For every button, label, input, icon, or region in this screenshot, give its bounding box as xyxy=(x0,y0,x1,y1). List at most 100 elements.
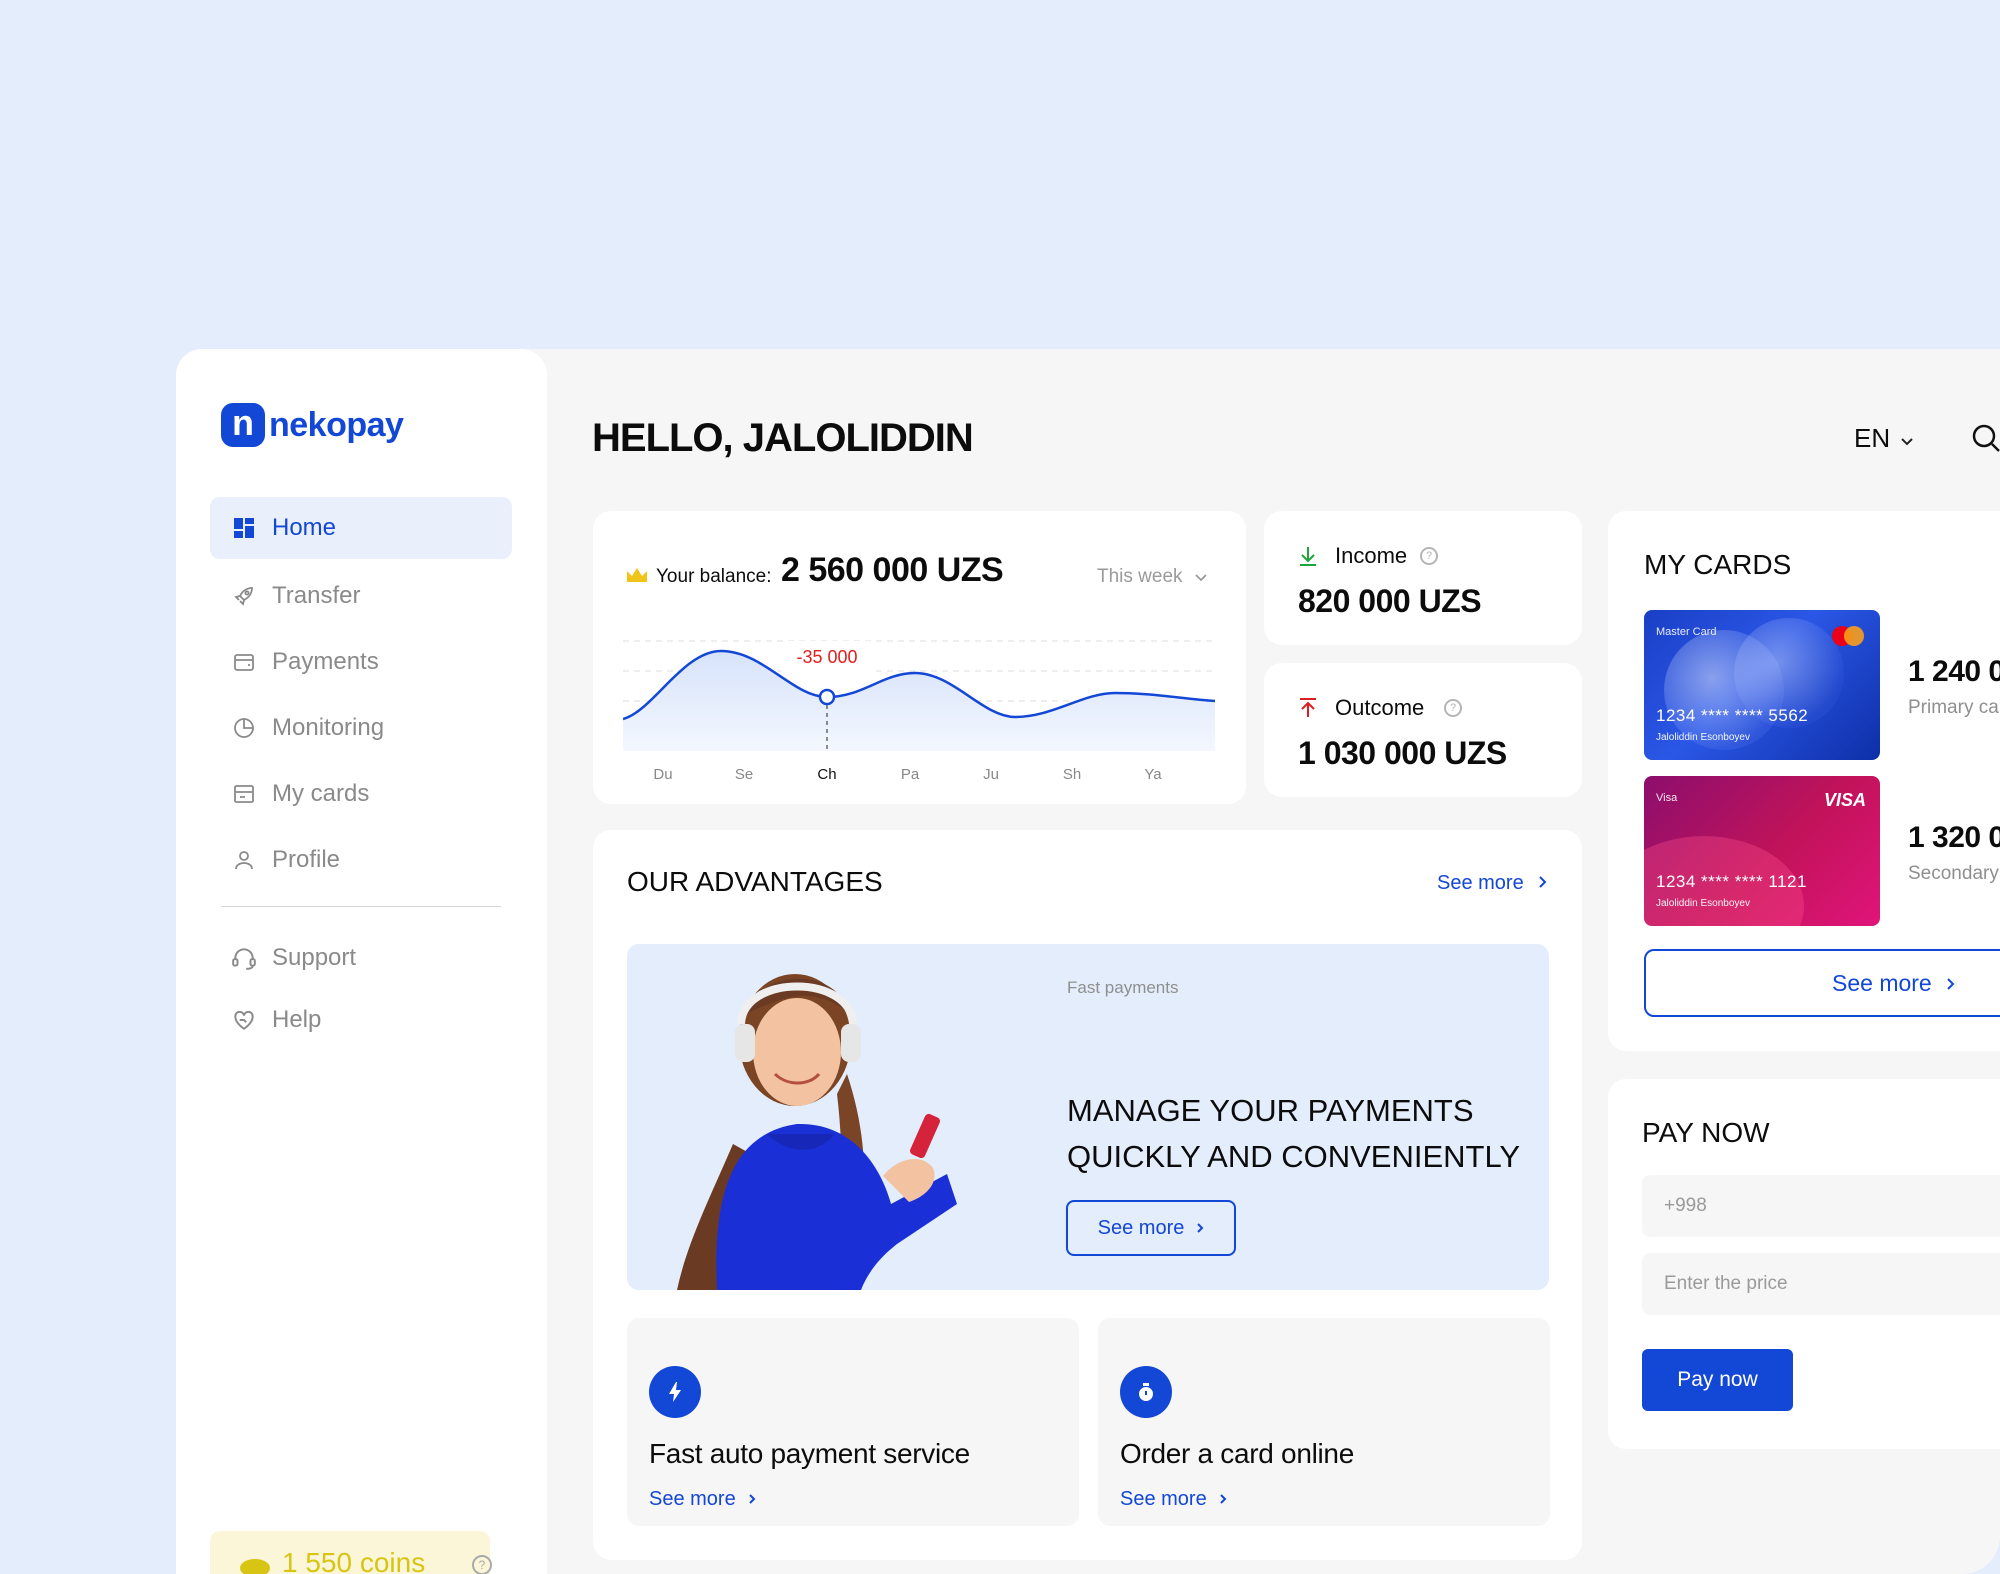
period-label: This week xyxy=(1097,566,1183,587)
balance-label: Your balance: xyxy=(656,566,772,587)
bank-card-mastercard[interactable]: Master Card 1234 **** **** 5562 Jalolidd… xyxy=(1644,610,1880,760)
card-role: Primary car xyxy=(1908,697,2000,718)
link-label: See more xyxy=(1437,872,1524,894)
balance-line-chart: -35 000 Du Se Ch Pa Ju Sh Ya xyxy=(623,640,1215,783)
card-icon xyxy=(230,780,258,808)
grid-icon xyxy=(230,514,258,542)
advantages-title: OUR ADVANTAGES xyxy=(627,866,883,897)
x-tick-label: Ya xyxy=(1144,766,1162,783)
brand-name: nekopay xyxy=(269,405,404,444)
outcome-label: Outcome xyxy=(1335,695,1425,720)
link-label: See more xyxy=(1120,1488,1207,1510)
feature-see-more-link[interactable]: See more xyxy=(649,1488,756,1511)
heart-hand-icon xyxy=(230,1006,258,1034)
sidebar-item-my-cards[interactable]: My cards xyxy=(210,763,512,825)
lightning-icon xyxy=(649,1366,701,1418)
chevron-down-icon xyxy=(1194,566,1207,588)
coins-badge[interactable]: 1 550 coins ? xyxy=(210,1531,492,1574)
x-tick-label: Pa xyxy=(901,766,920,783)
feature-card-order-card[interactable]: Order a card online See more xyxy=(1098,1318,1550,1526)
card-number: 1234 **** **** 5562 xyxy=(1656,706,1809,725)
card-number: 1234 **** **** 1121 xyxy=(1656,872,1807,891)
x-tick-label: Se xyxy=(735,766,753,783)
period-dropdown[interactable]: This week xyxy=(1097,566,1207,588)
my-cards-section: MY CARDS Master Card 1234 **** **** 5562… xyxy=(1608,511,2000,1051)
language-selector[interactable]: EN xyxy=(1854,423,1914,454)
card-role: Secondary xyxy=(1908,863,1999,884)
chart-point-selected[interactable] xyxy=(818,688,836,706)
income-value: 820 000 UZS xyxy=(1298,583,1482,619)
user-icon xyxy=(230,846,258,874)
sidebar-item-profile[interactable]: Profile xyxy=(210,829,512,891)
coin-icon xyxy=(240,1559,270,1574)
help-circle-icon[interactable]: ? xyxy=(472,1555,492,1574)
card-balance: 1 320 0 xyxy=(1908,821,2000,854)
search-icon[interactable] xyxy=(1971,423,2000,453)
income-label: Income xyxy=(1335,543,1408,568)
wallet-icon xyxy=(230,648,258,676)
sidebar-item-label: Profile xyxy=(272,846,341,873)
balance-card: Your balance: 2 560 000 UZS This week -3… xyxy=(593,511,1246,804)
pie-chart-icon xyxy=(230,714,258,742)
chart-tooltip: -35 000 xyxy=(796,647,857,667)
sidebar-item-transfer[interactable]: Transfer xyxy=(210,565,512,627)
price-input[interactable] xyxy=(1642,1253,2000,1315)
card-type: Visa xyxy=(1656,792,1678,804)
card-type: Master Card xyxy=(1656,626,1717,638)
outcome-card: Outcome ? 1 030 000 UZS xyxy=(1264,663,1582,797)
my-cards-see-more-button[interactable]: See more xyxy=(1644,949,2000,1017)
sidebar-divider xyxy=(221,906,501,907)
feature-title: Fast auto payment service xyxy=(649,1438,970,1469)
chevron-right-icon xyxy=(1196,1217,1204,1240)
visa-logo-icon: VISA xyxy=(1823,790,1866,810)
screen-frame: n nekopay Home Transfer Payments Monitor… xyxy=(0,0,2000,1574)
x-tick-label-selected: Ch xyxy=(817,766,836,783)
promo-banner: Fast payments MANAGE YOUR PAYMENTS QUICK… xyxy=(627,944,1549,1290)
mastercard-logo-icon xyxy=(1832,626,1864,646)
income-card: Income ? 820 000 UZS xyxy=(1264,511,1582,645)
headset-icon xyxy=(230,944,258,972)
chevron-right-icon xyxy=(748,1488,756,1511)
sidebar-item-label: Payments xyxy=(272,648,379,675)
chevron-right-icon xyxy=(1219,1488,1227,1511)
brand-logo[interactable]: n nekopay xyxy=(221,401,404,449)
page-title: HELLO, JALOLIDDIN xyxy=(592,416,974,460)
chart-area xyxy=(623,651,1215,751)
help-circle-icon[interactable]: ? xyxy=(1444,699,1462,717)
sidebar-item-label: Help xyxy=(272,1006,322,1033)
sidebar-item-monitoring[interactable]: Monitoring xyxy=(210,697,512,759)
sidebar-item-help[interactable]: Help xyxy=(210,989,512,1051)
banner-headline-line: QUICKLY AND CONVENIENTLY xyxy=(1067,1139,1521,1174)
x-tick-label: Du xyxy=(653,766,672,783)
pay-now-title: PAY NOW xyxy=(1642,1117,1770,1148)
arrow-down-icon xyxy=(1298,545,1318,572)
banner-headline-line: MANAGE YOUR PAYMENTS xyxy=(1067,1093,1474,1128)
help-circle-icon[interactable]: ? xyxy=(1420,547,1438,565)
button-label: See more xyxy=(1832,969,1932,996)
sidebar-item-support[interactable]: Support xyxy=(210,927,512,989)
sidebar-item-label: Home xyxy=(272,514,337,541)
sidebar-item-payments[interactable]: Payments xyxy=(210,631,512,693)
rocket-icon xyxy=(230,582,258,610)
feature-see-more-link[interactable]: See more xyxy=(1120,1488,1227,1511)
x-tick-label: Ju xyxy=(983,766,999,783)
bank-card-visa[interactable]: Visa VISA 1234 **** **** 1121 Jaloliddin… xyxy=(1644,776,1880,926)
pay-now-button[interactable]: Pay now xyxy=(1642,1349,1793,1411)
language-label: EN xyxy=(1854,423,1891,453)
advantages-see-more-link[interactable]: See more xyxy=(1437,872,1547,895)
balance-value: 2 560 000 UZS xyxy=(781,551,1004,589)
app-window: n nekopay Home Transfer Payments Monitor… xyxy=(176,349,2000,1574)
card-balance: 1 240 0 xyxy=(1908,655,2000,688)
stopwatch-icon xyxy=(1120,1366,1172,1418)
pay-now-section: PAY NOW Pay now xyxy=(1608,1079,2000,1449)
coins-count: 1 550 coins xyxy=(282,1547,426,1574)
logo-icon: n xyxy=(221,403,265,447)
feature-card-auto-payment[interactable]: Fast auto payment service See more xyxy=(627,1318,1079,1526)
sidebar-item-home[interactable]: Home xyxy=(210,497,512,559)
phone-input[interactable] xyxy=(1642,1175,2000,1237)
x-tick-label: Sh xyxy=(1063,766,1081,783)
chevron-right-icon xyxy=(1946,970,1955,997)
sidebar: n nekopay Home Transfer Payments Monitor… xyxy=(176,349,547,1574)
chevron-down-icon xyxy=(1900,423,1914,454)
banner-see-more-button[interactable]: See more xyxy=(1066,1200,1236,1256)
